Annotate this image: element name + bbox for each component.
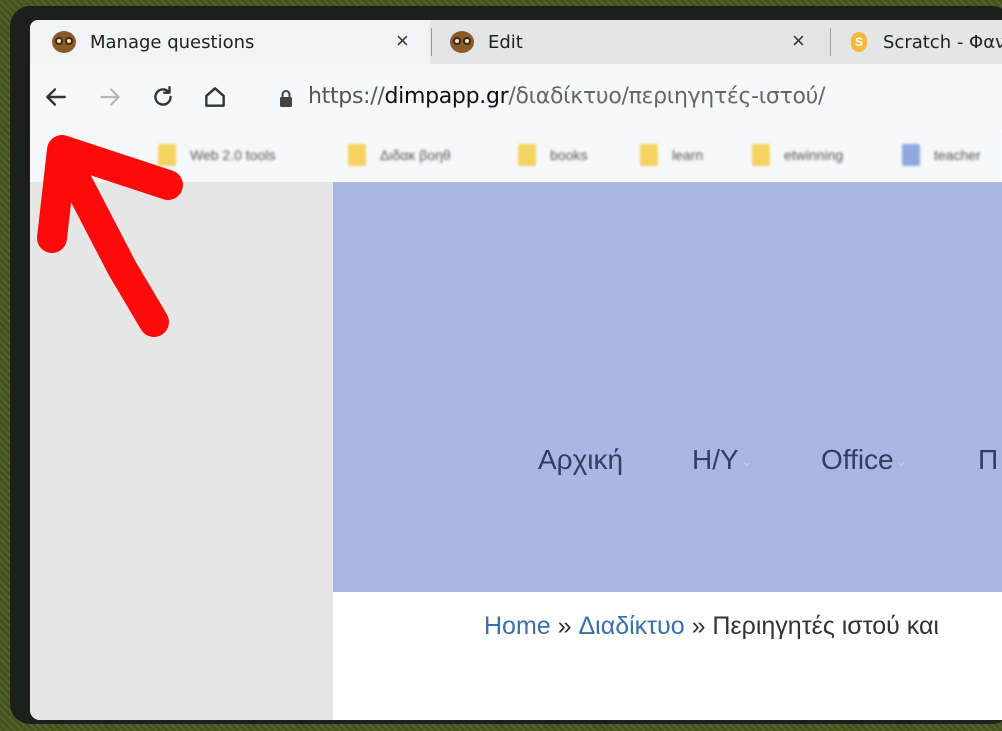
close-icon[interactable]: × — [792, 28, 805, 54]
back-button[interactable] — [39, 80, 73, 114]
menu-label: Π — [978, 444, 999, 475]
home-button[interactable] — [198, 80, 232, 114]
bookmarks-bar: Web 2.0 tools Διδακ βοηθ books learn etw… — [30, 130, 1002, 182]
bookmark-label: learn — [672, 147, 704, 163]
tab-title: Manage questions — [90, 31, 255, 53]
bookmark-teacher[interactable]: teacher — [902, 144, 981, 166]
address-bar[interactable]: https://dimpapp.gr/διαδίκτυο/περιηγητές-… — [308, 84, 825, 109]
menu-item-office[interactable]: Office ⌄ — [821, 444, 907, 476]
menu-item-home[interactable]: Αρχική — [538, 444, 623, 476]
forward-button[interactable] — [93, 80, 127, 114]
tab-strip: Manage questions × Edit × S Scratch - Φα… — [30, 20, 1002, 64]
url-domain: dimpapp.gr — [384, 84, 509, 109]
owl-icon — [450, 31, 474, 53]
grid-icon — [902, 144, 920, 166]
folder-icon — [752, 144, 770, 166]
bookmark-label: Web 2.0 tools — [190, 147, 276, 163]
owl-icon — [52, 31, 76, 53]
arrow-left-icon — [46, 88, 66, 106]
breadcrumb-home-link[interactable]: Home — [484, 612, 551, 640]
tab-manage-questions[interactable]: Manage questions × — [30, 20, 430, 64]
chevron-down-icon: ⌄ — [895, 453, 908, 470]
url-path: /διαδίκτυο/περιηγητές-ιστού/ — [508, 84, 826, 109]
tab-edit[interactable]: Edit × — [432, 20, 832, 64]
breadcrumb-separator: » — [684, 612, 713, 640]
menu-item-computer[interactable]: Η/Υ ⌄ — [692, 444, 752, 476]
breadcrumb-current: Περιηγητές ιστού και — [712, 612, 939, 640]
breadcrumb: Home » Διαδίκτυο » Περιηγητές ιστού και — [484, 612, 939, 641]
bookmark-label: etwinning — [784, 147, 844, 163]
folder-icon — [640, 144, 658, 166]
page-sidebar — [30, 182, 333, 720]
breadcrumb-separator: » — [550, 612, 579, 640]
scratch-icon: S — [851, 31, 867, 53]
reload-icon — [154, 86, 172, 106]
folder-icon — [348, 144, 366, 166]
bookmark-learn[interactable]: learn — [640, 144, 703, 166]
menu-item-p[interactable]: Π — [978, 444, 998, 476]
site-header-banner — [333, 182, 1002, 592]
bookmark-label: teacher — [934, 147, 981, 163]
bookmark-didak[interactable]: Διδακ βοηθ — [348, 144, 451, 166]
folder-icon — [158, 144, 176, 166]
menu-label: Η/Υ — [692, 444, 739, 475]
home-icon — [205, 87, 225, 107]
bookmark-web-tools[interactable]: Web 2.0 tools — [158, 144, 275, 166]
close-icon[interactable]: × — [396, 28, 409, 54]
tab-title: Scratch - Φαν — [883, 31, 1002, 53]
browser-toolbar: https://dimpapp.gr/διαδίκτυο/περιηγητές-… — [30, 64, 1002, 130]
chevron-down-icon: ⌄ — [740, 453, 753, 470]
arrow-right-icon — [100, 88, 120, 106]
reload-button[interactable] — [146, 80, 180, 114]
breadcrumb-section-link[interactable]: Διαδίκτυο — [578, 612, 684, 640]
tab-scratch[interactable]: S Scratch - Φαν — [831, 20, 1002, 64]
bookmark-etwinning[interactable]: etwinning — [752, 144, 843, 166]
bookmark-label: Διδακ βοηθ — [380, 147, 451, 163]
menu-label: Αρχική — [538, 444, 624, 475]
bookmark-books[interactable]: books — [518, 144, 587, 166]
folder-icon — [518, 144, 536, 166]
menu-label: Office — [821, 444, 894, 475]
tab-title: Edit — [488, 31, 523, 53]
bookmark-label: books — [550, 147, 588, 163]
url-scheme: https:// — [308, 84, 385, 109]
lock-icon[interactable] — [276, 88, 296, 110]
